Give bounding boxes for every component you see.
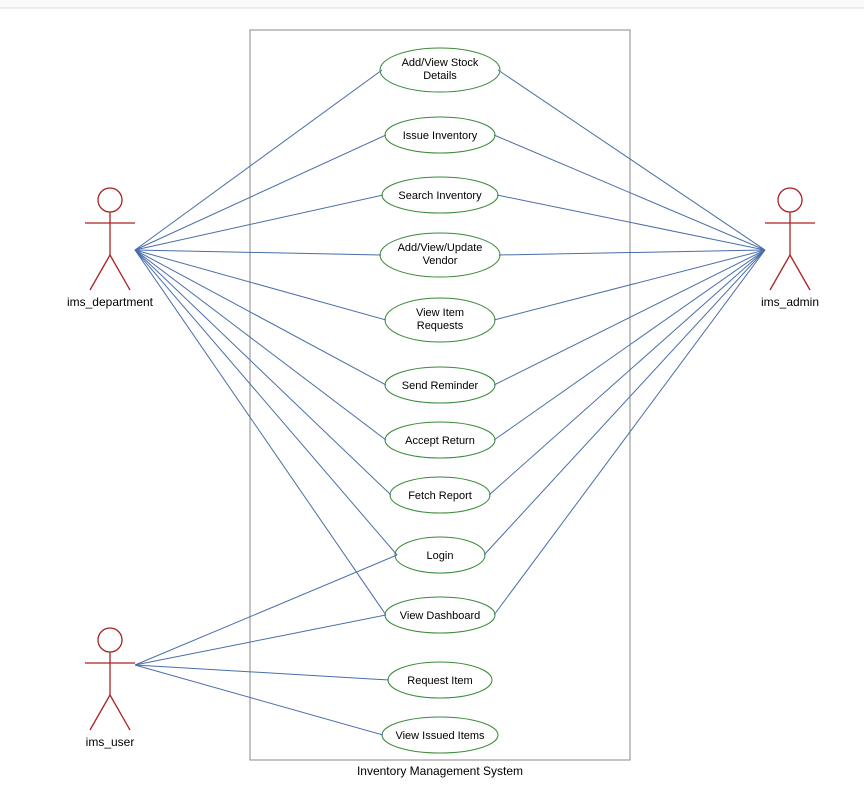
actor-label-user: ims_user: [86, 735, 135, 749]
svg-text:Issue Inventory: Issue Inventory: [403, 130, 478, 142]
top-strip: [0, 0, 864, 8]
svg-text:Fetch Report: Fetch Report: [408, 490, 472, 502]
svg-text:Send Reminder: Send Reminder: [402, 380, 479, 392]
actor-label-admin: ims_admin: [761, 295, 819, 309]
actor-label-department: ims_department: [67, 295, 154, 309]
svg-text:Add/View Stock: Add/View Stock: [402, 57, 479, 69]
svg-text:Vendor: Vendor: [423, 255, 458, 267]
svg-text:View Issued Items: View Issued Items: [395, 730, 485, 742]
actor-ims-admin: ims_admin: [761, 188, 819, 309]
svg-text:Requests: Requests: [417, 320, 464, 332]
svg-text:View Item: View Item: [416, 307, 464, 319]
actor-ims-user: ims_user: [85, 628, 135, 749]
svg-text:Search Inventory: Search Inventory: [398, 190, 482, 202]
use-case-diagram: Inventory Management System ims_departme…: [0, 0, 864, 790]
system-name: Inventory Management System: [357, 764, 523, 778]
svg-text:Request Item: Request Item: [407, 675, 472, 687]
svg-text:Login: Login: [427, 550, 454, 562]
svg-text:Add/View/Update: Add/View/Update: [398, 242, 483, 254]
svg-text:View Dashboard: View Dashboard: [400, 610, 481, 622]
svg-text:Details: Details: [423, 70, 457, 82]
svg-text:Accept Return: Accept Return: [405, 435, 475, 447]
